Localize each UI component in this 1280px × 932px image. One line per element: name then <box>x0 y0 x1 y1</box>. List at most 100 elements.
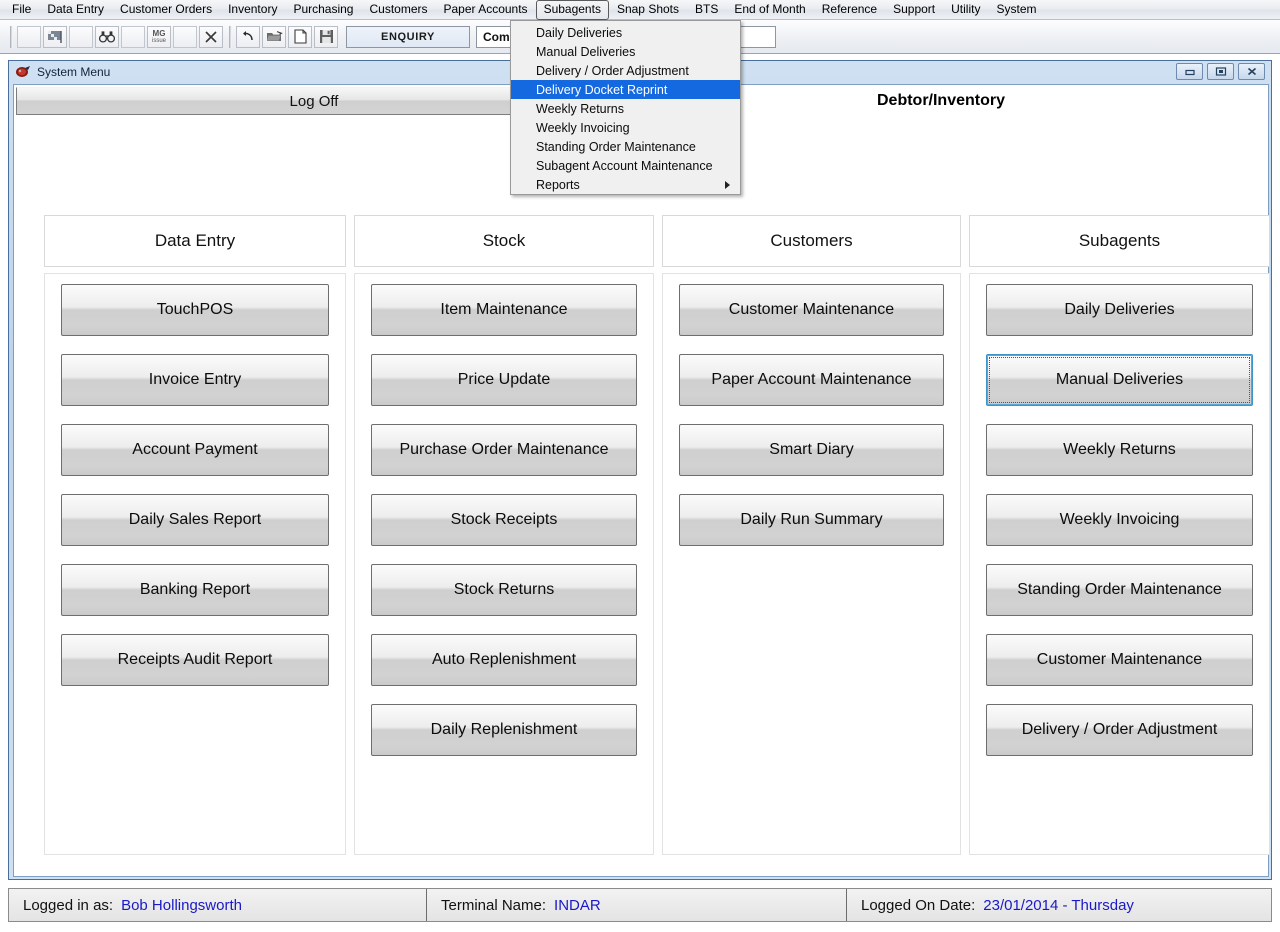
status-logged-in-user: Logged in as: Bob Hollingsworth <box>9 889 427 921</box>
menu-button-banking-report[interactable]: Banking Report <box>61 564 329 616</box>
menu-button-label: Banking Report <box>139 581 251 598</box>
menu-button-customer-maintenance[interactable]: Customer Maintenance <box>678 284 944 336</box>
dropdown-item-delivery-docket-reprint[interactable]: Delivery Docket Reprint <box>511 80 740 99</box>
menu-button-account-payment[interactable]: Account Payment <box>61 424 329 476</box>
menubar-item-utility[interactable]: Utility <box>943 0 988 20</box>
menubar-item-end-of-month[interactable]: End of Month <box>726 0 813 20</box>
menu-button-smart-diary[interactable]: Smart Diary <box>678 424 944 476</box>
blank-4-icon[interactable] <box>173 25 197 48</box>
enquiry-mode-indicator[interactable]: ENQUIRY <box>346 25 470 48</box>
menu-button-touchpos[interactable]: TouchPOS <box>61 284 329 336</box>
menubar-item-customers[interactable]: Customers <box>361 0 435 20</box>
menu-column-subagents: Subagents Daily Deliveries Manual Deliveri… <box>969 215 1270 855</box>
mg-issue-icon[interactable]: MG issue <box>147 25 171 48</box>
menu-button-label: Weekly Returns <box>1063 441 1176 458</box>
dropdown-item-label: Delivery Docket Reprint <box>536 82 668 97</box>
menu-column-customers: Customers Customer Maintenance Paper Accou… <box>661 215 961 855</box>
status-user-value: Bob Hollingsworth <box>121 896 242 914</box>
app-icon <box>15 64 31 80</box>
menu-button-label: Paper Account Maintenance <box>711 371 912 388</box>
menubar-item-customer-orders[interactable]: Customer Orders <box>112 0 220 20</box>
menu-button-label: Standing Order Maintenance <box>1017 581 1222 598</box>
menu-button-label: Smart Diary <box>769 441 854 458</box>
close-x-icon[interactable] <box>199 25 223 48</box>
menu-button-paper-account-maintenance[interactable]: Paper Account Maintenance <box>678 354 944 406</box>
dropdown-item-weekly-returns[interactable]: Weekly Returns <box>511 99 740 118</box>
menu-button-label: Daily Deliveries <box>1064 301 1175 318</box>
column-heading-data-entry: Data Entry <box>44 215 346 267</box>
status-date-value: 23/01/2014 - Thursday <box>983 896 1134 914</box>
menu-button-item-maintenance[interactable]: Item Maintenance <box>370 284 637 336</box>
menubar-item-system[interactable]: System <box>988 0 1044 20</box>
menu-button-label: Purchase Order Maintenance <box>399 441 609 458</box>
menubar-item-file[interactable]: File <box>4 0 39 20</box>
blank-3-icon[interactable] <box>121 25 145 48</box>
close-button[interactable] <box>1238 63 1265 80</box>
dropdown-item-weekly-invoicing[interactable]: Weekly Invoicing <box>511 118 740 137</box>
column-heading-stock: Stock <box>353 215 654 267</box>
dropdown-item-label: Reports <box>536 177 580 192</box>
restore-button[interactable] <box>1207 63 1234 80</box>
menu-button-price-update[interactable]: Price Update <box>370 354 637 406</box>
dropdown-item-delivery-order-adjustment[interactable]: Delivery / Order Adjustment <box>511 61 740 80</box>
undo-icon[interactable] <box>236 25 260 48</box>
menu-button-weekly-returns[interactable]: Weekly Returns <box>986 424 1253 476</box>
menu-button-daily-deliveries[interactable]: Daily Deliveries <box>986 284 1253 336</box>
save-disk-icon[interactable] <box>314 25 338 48</box>
dropdown-item-label: Daily Deliveries <box>536 25 623 40</box>
menu-button-customer-maintenance[interactable]: Customer Maintenance <box>986 634 1253 686</box>
dropdown-item-label: Delivery / Order Adjustment <box>536 63 689 78</box>
menu-button-daily-sales-report[interactable]: Daily Sales Report <box>61 494 329 546</box>
dropdown-item-manual-deliveries[interactable]: Manual Deliveries <box>511 42 740 61</box>
menubar-item-support[interactable]: Support <box>885 0 943 20</box>
minimize-button[interactable] <box>1176 63 1203 80</box>
menu-button-label: Daily Sales Report <box>128 511 262 528</box>
menubar-item-reference[interactable]: Reference <box>814 0 885 20</box>
status-date-label: Logged On Date: <box>861 896 976 914</box>
menubar-item-purchasing[interactable]: Purchasing <box>285 0 361 20</box>
menu-button-standing-order-maintenance[interactable]: Standing Order Maintenance <box>986 564 1253 616</box>
menu-button-label: Receipts Audit Report <box>117 651 273 668</box>
menubar-item-paper-accounts[interactable]: Paper Accounts <box>436 0 536 20</box>
blank-2-icon[interactable] <box>69 25 93 48</box>
menu-button-label: Weekly Invoicing <box>1059 511 1180 528</box>
menu-button-label: Customer Maintenance <box>1036 651 1203 668</box>
menu-button-label: Item Maintenance <box>440 301 568 318</box>
menubar-item-data-entry[interactable]: Data Entry <box>39 0 112 20</box>
menu-button-weekly-invoicing[interactable]: Weekly Invoicing <box>986 494 1253 546</box>
new-document-icon[interactable] <box>288 25 312 48</box>
window-title: System Menu <box>37 65 111 79</box>
menu-button-auto-replenishment[interactable]: Auto Replenishment <box>370 634 637 686</box>
menu-button-stock-returns[interactable]: Stock Returns <box>370 564 637 616</box>
menubar-item-inventory[interactable]: Inventory <box>220 0 285 20</box>
menu-button-daily-run-summary[interactable]: Daily Run Summary <box>678 494 944 546</box>
dropdown-item-standing-order-maintenance[interactable]: Standing Order Maintenance <box>511 137 740 156</box>
column-button-list: Customer Maintenance Paper Account Mainte… <box>661 273 961 855</box>
flag-icon[interactable] <box>43 25 67 48</box>
menu-button-manual-deliveries[interactable]: Manual Deliveries <box>986 354 1253 406</box>
dropdown-item-label: Subagent Account Maintenance <box>536 158 713 173</box>
binoculars-icon[interactable] <box>95 25 119 48</box>
dropdown-item-reports[interactable]: Reports <box>511 175 740 194</box>
menu-button-label: TouchPOS <box>156 301 234 318</box>
dropdown-item-daily-deliveries[interactable]: Daily Deliveries <box>511 23 740 42</box>
dropdown-item-label: Standing Order Maintenance <box>536 139 696 154</box>
menu-button-purchase-order-maintenance[interactable]: Purchase Order Maintenance <box>370 424 637 476</box>
menu-button-receipts-audit-report[interactable]: Receipts Audit Report <box>61 634 329 686</box>
menubar-item-subagents[interactable]: Subagents <box>535 0 609 20</box>
menu-button-stock-receipts[interactable]: Stock Receipts <box>370 494 637 546</box>
application-menubar: File Data Entry Customer Orders Inventory Pu… <box>0 0 1280 20</box>
menu-button-label: Price Update <box>457 371 551 388</box>
menu-button-invoice-entry[interactable]: Invoice Entry <box>61 354 329 406</box>
menu-button-daily-replenishment[interactable]: Daily Replenishment <box>370 704 637 756</box>
menu-button-label: Delivery / Order Adjustment <box>1021 721 1218 738</box>
dropdown-item-subagent-account-maintenance[interactable]: Subagent Account Maintenance <box>511 156 740 175</box>
menu-column-stock: Stock Item Maintenance Price Update Purchas… <box>353 215 654 855</box>
open-folder-icon[interactable] <box>262 25 286 48</box>
menu-button-delivery-order-adjustment[interactable]: Delivery / Order Adjustment <box>986 704 1253 756</box>
menu-button-label: Manual Deliveries <box>1055 371 1184 388</box>
menubar-item-snap-shots[interactable]: Snap Shots <box>609 0 687 20</box>
menubar-item-bts[interactable]: BTS <box>687 0 726 20</box>
blank-1-icon[interactable] <box>17 25 41 48</box>
menu-column-data-entry: Data Entry TouchPOS Invoice Entry Account P… <box>44 215 346 855</box>
